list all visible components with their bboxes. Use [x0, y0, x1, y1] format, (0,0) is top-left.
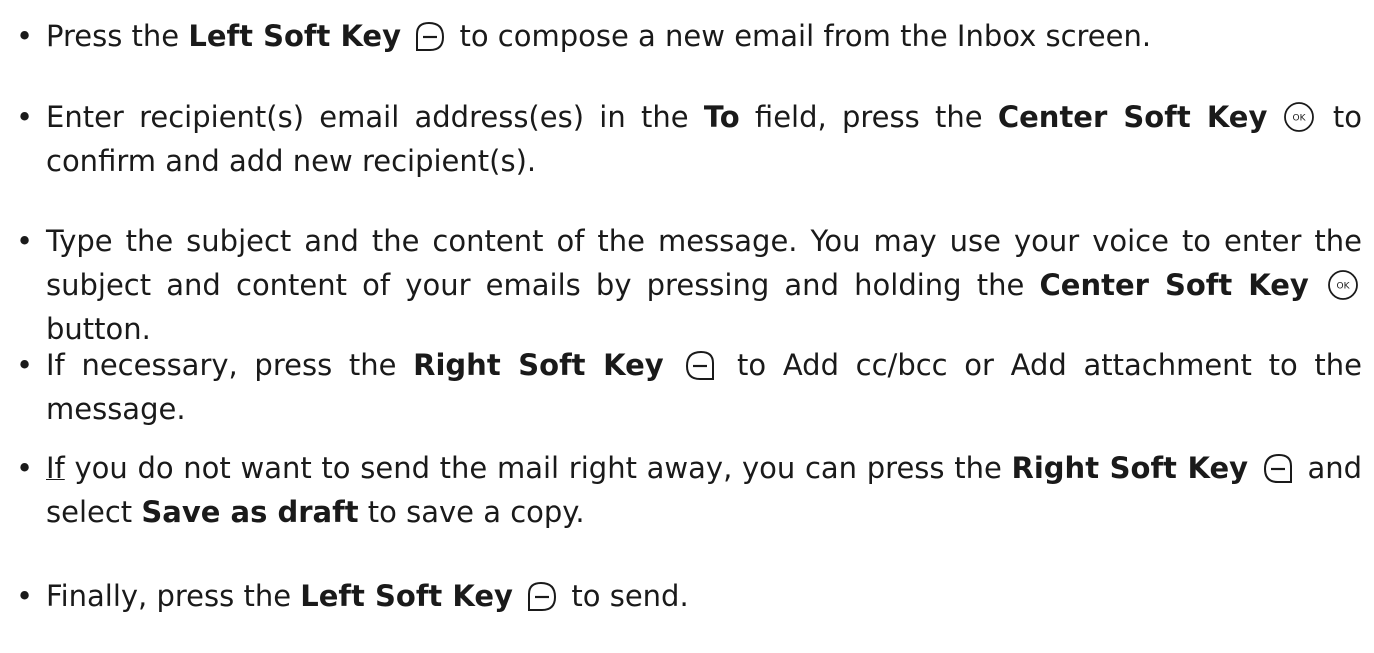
text: Finally, press the — [46, 579, 301, 613]
text: to save a copy. — [358, 495, 585, 529]
text: button. — [46, 312, 151, 346]
text: to compose a new email from the Inbox sc… — [450, 19, 1152, 53]
key-name: Right Soft Key — [1011, 451, 1249, 485]
svg-text:OK: OK — [1292, 114, 1306, 124]
right-soft-key-icon — [1261, 452, 1295, 484]
list-item-recipients: • Enter recipient(s) email address(es) i… — [16, 95, 1362, 183]
bullet: • — [16, 19, 34, 53]
key-name: Right Soft Key — [413, 348, 664, 382]
option-name: Save as draft — [141, 495, 359, 529]
list-item-add-cc: • If necessary, press the Right Soft Key… — [16, 343, 1362, 431]
key-name: Left Soft Key — [188, 19, 402, 53]
text: Press the — [46, 19, 189, 53]
text: you do not want to send the mail right a… — [64, 451, 1012, 485]
list-item-save-draft: • If you do not want to send the mail ri… — [16, 446, 1362, 534]
ok-key-icon: OK — [1327, 269, 1359, 301]
key-name: Center Soft Key — [997, 100, 1268, 134]
text: to send. — [562, 579, 689, 613]
field-name: To — [703, 100, 740, 134]
key-name: Left Soft Key — [300, 579, 513, 613]
list-item-subject-content: • Type the subject and the content of th… — [16, 219, 1362, 351]
bullet: • — [16, 348, 34, 382]
svg-text:OK: OK — [1337, 282, 1351, 292]
list-item-compose: • Press the Left Soft Key to compose a n… — [16, 14, 1362, 58]
bullet: • — [16, 579, 34, 613]
list-item-send: • Finally, press the Left Soft Key to se… — [16, 574, 1362, 618]
text: Enter recipient(s) email address(es) in … — [46, 100, 704, 134]
left-soft-key-icon — [413, 20, 447, 52]
right-soft-key-icon — [683, 349, 717, 381]
text: If — [46, 451, 65, 485]
text: If necessary, press the — [46, 348, 414, 382]
bullet: • — [16, 451, 34, 485]
bullet: • — [16, 224, 34, 258]
text: field, press the — [739, 100, 998, 134]
ok-key-icon: OK — [1283, 101, 1315, 133]
key-name: Center Soft Key — [1039, 268, 1309, 302]
bullet: • — [16, 100, 34, 134]
left-soft-key-icon — [525, 580, 559, 612]
